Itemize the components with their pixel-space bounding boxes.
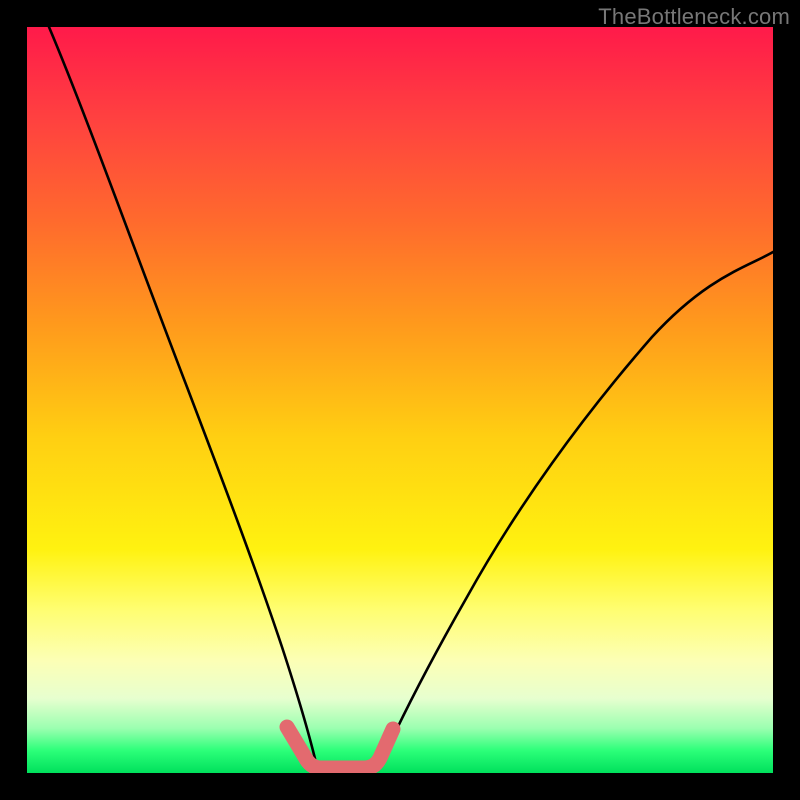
- plot-area: [27, 27, 773, 773]
- chart-frame: TheBottleneck.com: [0, 0, 800, 800]
- right-curve: [379, 252, 773, 767]
- left-curve: [49, 27, 317, 767]
- bottom-highlight: [287, 727, 393, 768]
- watermark-text: TheBottleneck.com: [598, 4, 790, 30]
- curves-layer: [27, 27, 773, 773]
